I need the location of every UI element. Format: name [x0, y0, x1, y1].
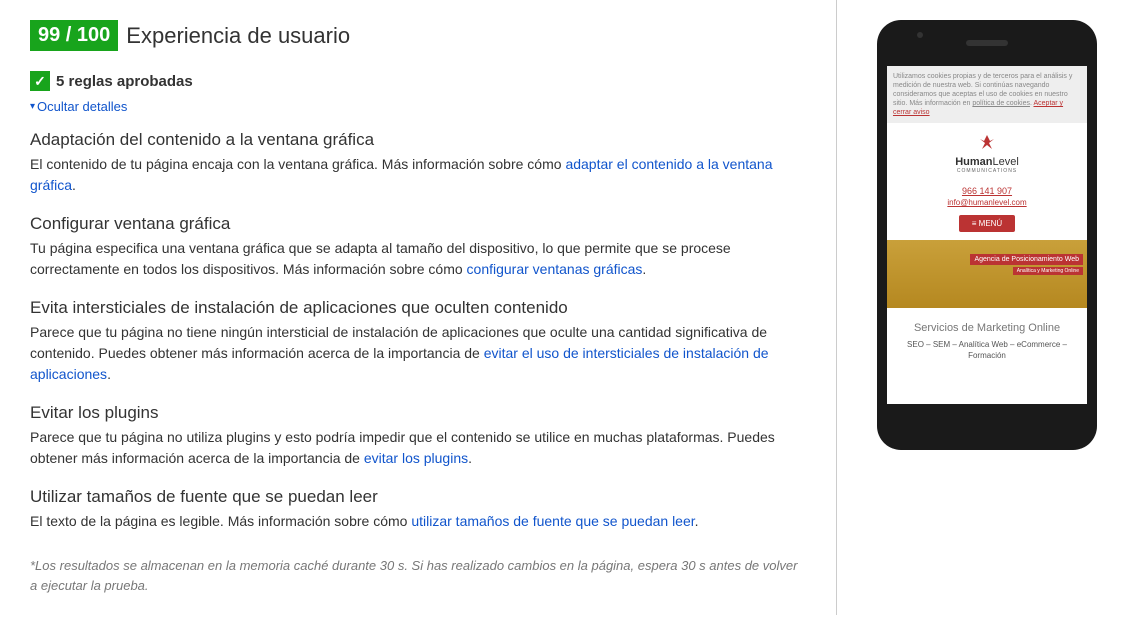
rule-description: El contenido de tu página encaja con la …: [30, 154, 806, 196]
phone-mockup: Utilizamos cookies propias y de terceros…: [877, 20, 1097, 450]
main-content: 99 / 100 Experiencia de usuario ✓ 5 regl…: [0, 0, 837, 615]
preview-phone-number: 966 141 907: [887, 186, 1087, 196]
rule-link[interactable]: utilizar tamaños de fuente que se puedan…: [411, 513, 694, 529]
rule-title: Configurar ventana gráfica: [30, 214, 806, 234]
rule-pre: El texto de la página es legible. Más in…: [30, 513, 411, 529]
preview-hero: Agencia de Posicionamiento Web Analítica…: [887, 240, 1087, 308]
rule-pre: El contenido de tu página encaja con la …: [30, 156, 565, 172]
rule-item: Utilizar tamaños de fuente que se puedan…: [30, 487, 806, 532]
footnote: *Los resultados se almacenan en la memor…: [30, 556, 806, 595]
rule-title: Evitar los plugins: [30, 403, 806, 423]
rule-item: Evita intersticiales de instalación de a…: [30, 298, 806, 385]
hero-line-1: Agencia de Posicionamiento Web: [970, 254, 1083, 265]
rule-title: Evita intersticiales de instalación de a…: [30, 298, 806, 318]
passed-rules-line: ✓ 5 reglas aprobadas: [30, 71, 806, 91]
rule-description: Tu página especifica una ventana gráfica…: [30, 238, 806, 280]
rule-item: Configurar ventana gráfica Tu página esp…: [30, 214, 806, 280]
logo-subtitle: COMMUNICATIONS: [887, 168, 1087, 174]
preview-email: info@humanlevel.com: [887, 198, 1087, 207]
caret-down-icon: ▾: [30, 101, 35, 112]
logo-word-1: Human: [955, 156, 992, 168]
logo-text: HumanLevel: [887, 156, 1087, 168]
services-subtitle: SEO – SEM – Analítica Web – eCommerce – …: [887, 340, 1087, 371]
passed-rules-label: 5 reglas aprobadas: [56, 73, 193, 90]
hero-line-2: Analítica y Marketing Online: [1013, 267, 1083, 275]
preview-sidebar: Utilizamos cookies propias y de terceros…: [837, 0, 1137, 615]
preview-menu-button: ≡ MENÚ: [959, 215, 1015, 232]
rule-post: .: [695, 513, 699, 529]
logo-icon: [978, 133, 996, 156]
rule-post: .: [72, 177, 76, 193]
rule-post: .: [468, 450, 472, 466]
rule-title: Utilizar tamaños de fuente que se puedan…: [30, 487, 806, 507]
rule-description: El texto de la página es legible. Más in…: [30, 511, 806, 532]
logo-area: HumanLevel COMMUNICATIONS: [887, 123, 1087, 180]
rule-item: Adaptación del contenido a la ventana gr…: [30, 130, 806, 196]
rule-item: Evitar los plugins Parece que tu página …: [30, 403, 806, 469]
rule-link[interactable]: configurar ventanas gráficas: [467, 261, 643, 277]
score-line: 99 / 100 Experiencia de usuario: [30, 20, 806, 51]
cookie-link: política de cookies: [972, 100, 1030, 107]
hero-banner: Agencia de Posicionamiento Web Analítica…: [970, 254, 1083, 275]
logo-word-2: Level: [992, 156, 1018, 168]
check-icon: ✓: [30, 71, 50, 91]
cookie-notice: Utilizamos cookies propias y de terceros…: [887, 66, 1087, 123]
score-badge: 99 / 100: [30, 20, 118, 51]
toggle-details[interactable]: ▾ Ocultar detalles: [30, 99, 806, 114]
rule-description: Parece que tu página no utiliza plugins …: [30, 427, 806, 469]
services-title: Servicios de Marketing Online: [887, 308, 1087, 340]
rule-title: Adaptación del contenido a la ventana gr…: [30, 130, 806, 150]
rule-post: .: [107, 366, 111, 382]
rule-link[interactable]: evitar los plugins: [364, 450, 468, 466]
toggle-label: Ocultar detalles: [37, 99, 127, 114]
score-title: Experiencia de usuario: [126, 23, 350, 49]
rule-post: .: [642, 261, 646, 277]
phone-screen: Utilizamos cookies propias y de terceros…: [887, 66, 1087, 404]
rule-description: Parece que tu página no tiene ningún int…: [30, 322, 806, 385]
